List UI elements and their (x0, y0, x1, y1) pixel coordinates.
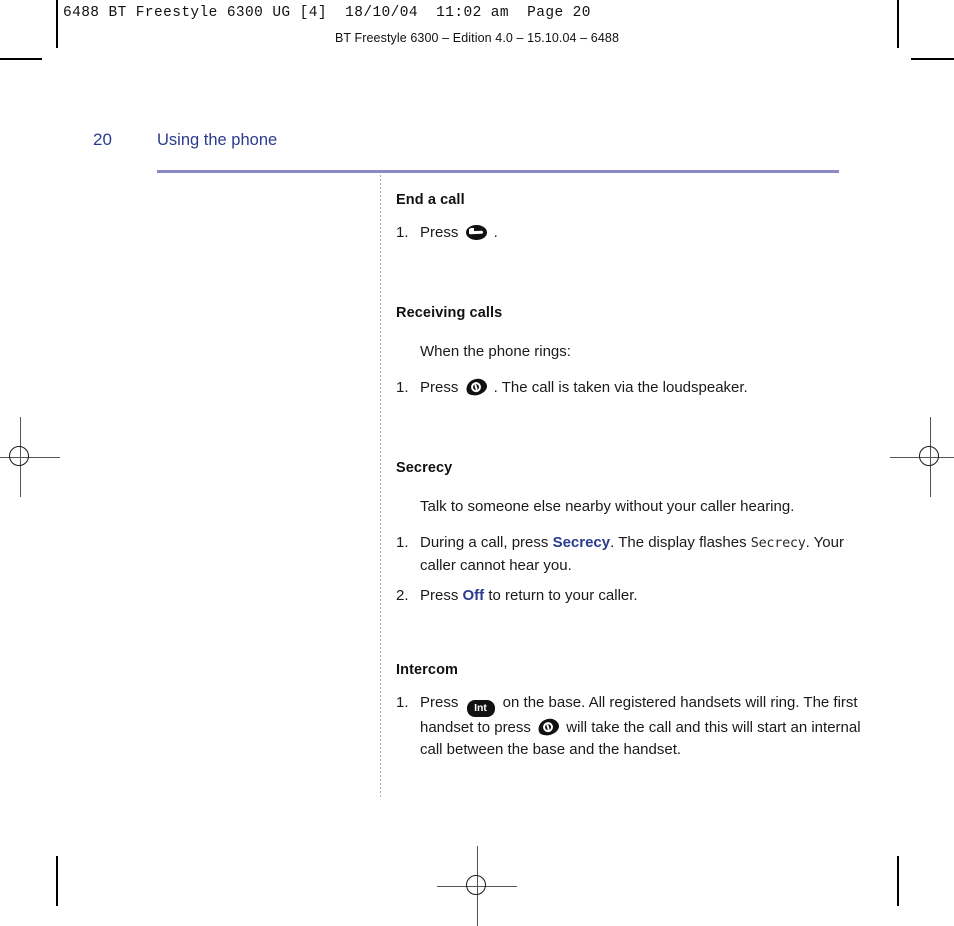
section-lead-receiving-calls: When the phone rings: (420, 342, 571, 360)
list-item: 1. Press . The call is taken via the loud… (396, 376, 866, 400)
step-number: 2. (396, 587, 409, 604)
section-receiving-calls: Receiving calls When the phone rings: 1.… (396, 305, 866, 400)
list-item: 1. Press . (396, 222, 866, 245)
softkey-label-secrecy: Secrecy (552, 534, 611, 551)
step-text: Press (420, 693, 463, 711)
content-column: End a call 1. Press . Receiving calls Whe… (396, 192, 866, 770)
step-number: 1. (396, 379, 409, 396)
column-divider (380, 175, 381, 797)
steps-secrecy: 1. During a call, press Secrecy. The disp… (396, 532, 866, 608)
page-number: 20 (93, 130, 112, 149)
steps-receiving-calls: 1. Press . The call is taken via the loud… (396, 376, 866, 400)
step-text: . The display flashes (610, 534, 751, 551)
int-key-icon: Int (466, 699, 495, 717)
section-heading-intercom: Intercom (396, 661, 459, 678)
list-item: 1. During a call, press Secrecy. The disp… (396, 532, 866, 577)
step-text: Press (420, 587, 463, 604)
section-intercom: Intercom 1. Press Int on the base. All re… (396, 662, 866, 762)
section-heading-secrecy: Secrecy (396, 459, 453, 476)
step-text: . The call is taken via the loudspeaker. (489, 379, 748, 396)
steps-end-a-call: 1. Press . (396, 222, 866, 245)
step-text: Press (420, 224, 463, 241)
step-number: 1. (396, 693, 409, 711)
step-text: Press (420, 379, 463, 396)
step-number: 1. (396, 224, 409, 241)
page-title: Using the phone (157, 131, 278, 149)
end-call-key-icon (465, 225, 487, 240)
section-end-a-call: End a call 1. Press . (396, 192, 866, 245)
step-text: During a call, press (420, 534, 553, 551)
talk-key-icon (463, 376, 489, 398)
list-item: 2. Press Off to return to your caller. (396, 585, 866, 608)
step-text: . (489, 224, 498, 241)
talk-key-icon (536, 715, 561, 738)
section-heading-end-a-call: End a call (396, 192, 465, 208)
list-item: 1. Press Int on the base. All registered … (396, 692, 866, 762)
section-lead-secrecy: Talk to someone else nearby without your… (420, 497, 795, 515)
section-heading-receiving-calls: Receiving calls (396, 304, 503, 321)
manual-page: 20 Using the phone End a call 1. Press . … (0, 0, 954, 906)
step-text: to return to your caller. (484, 587, 638, 604)
softkey-label-off: Off (462, 587, 485, 604)
steps-intercom: 1. Press Int on the base. All registered … (396, 692, 866, 762)
step-number: 1. (396, 534, 409, 551)
title-rule (157, 170, 839, 173)
section-secrecy: Secrecy Talk to someone else nearby with… (396, 460, 866, 608)
display-text-secrecy: Secrecy (750, 535, 806, 551)
